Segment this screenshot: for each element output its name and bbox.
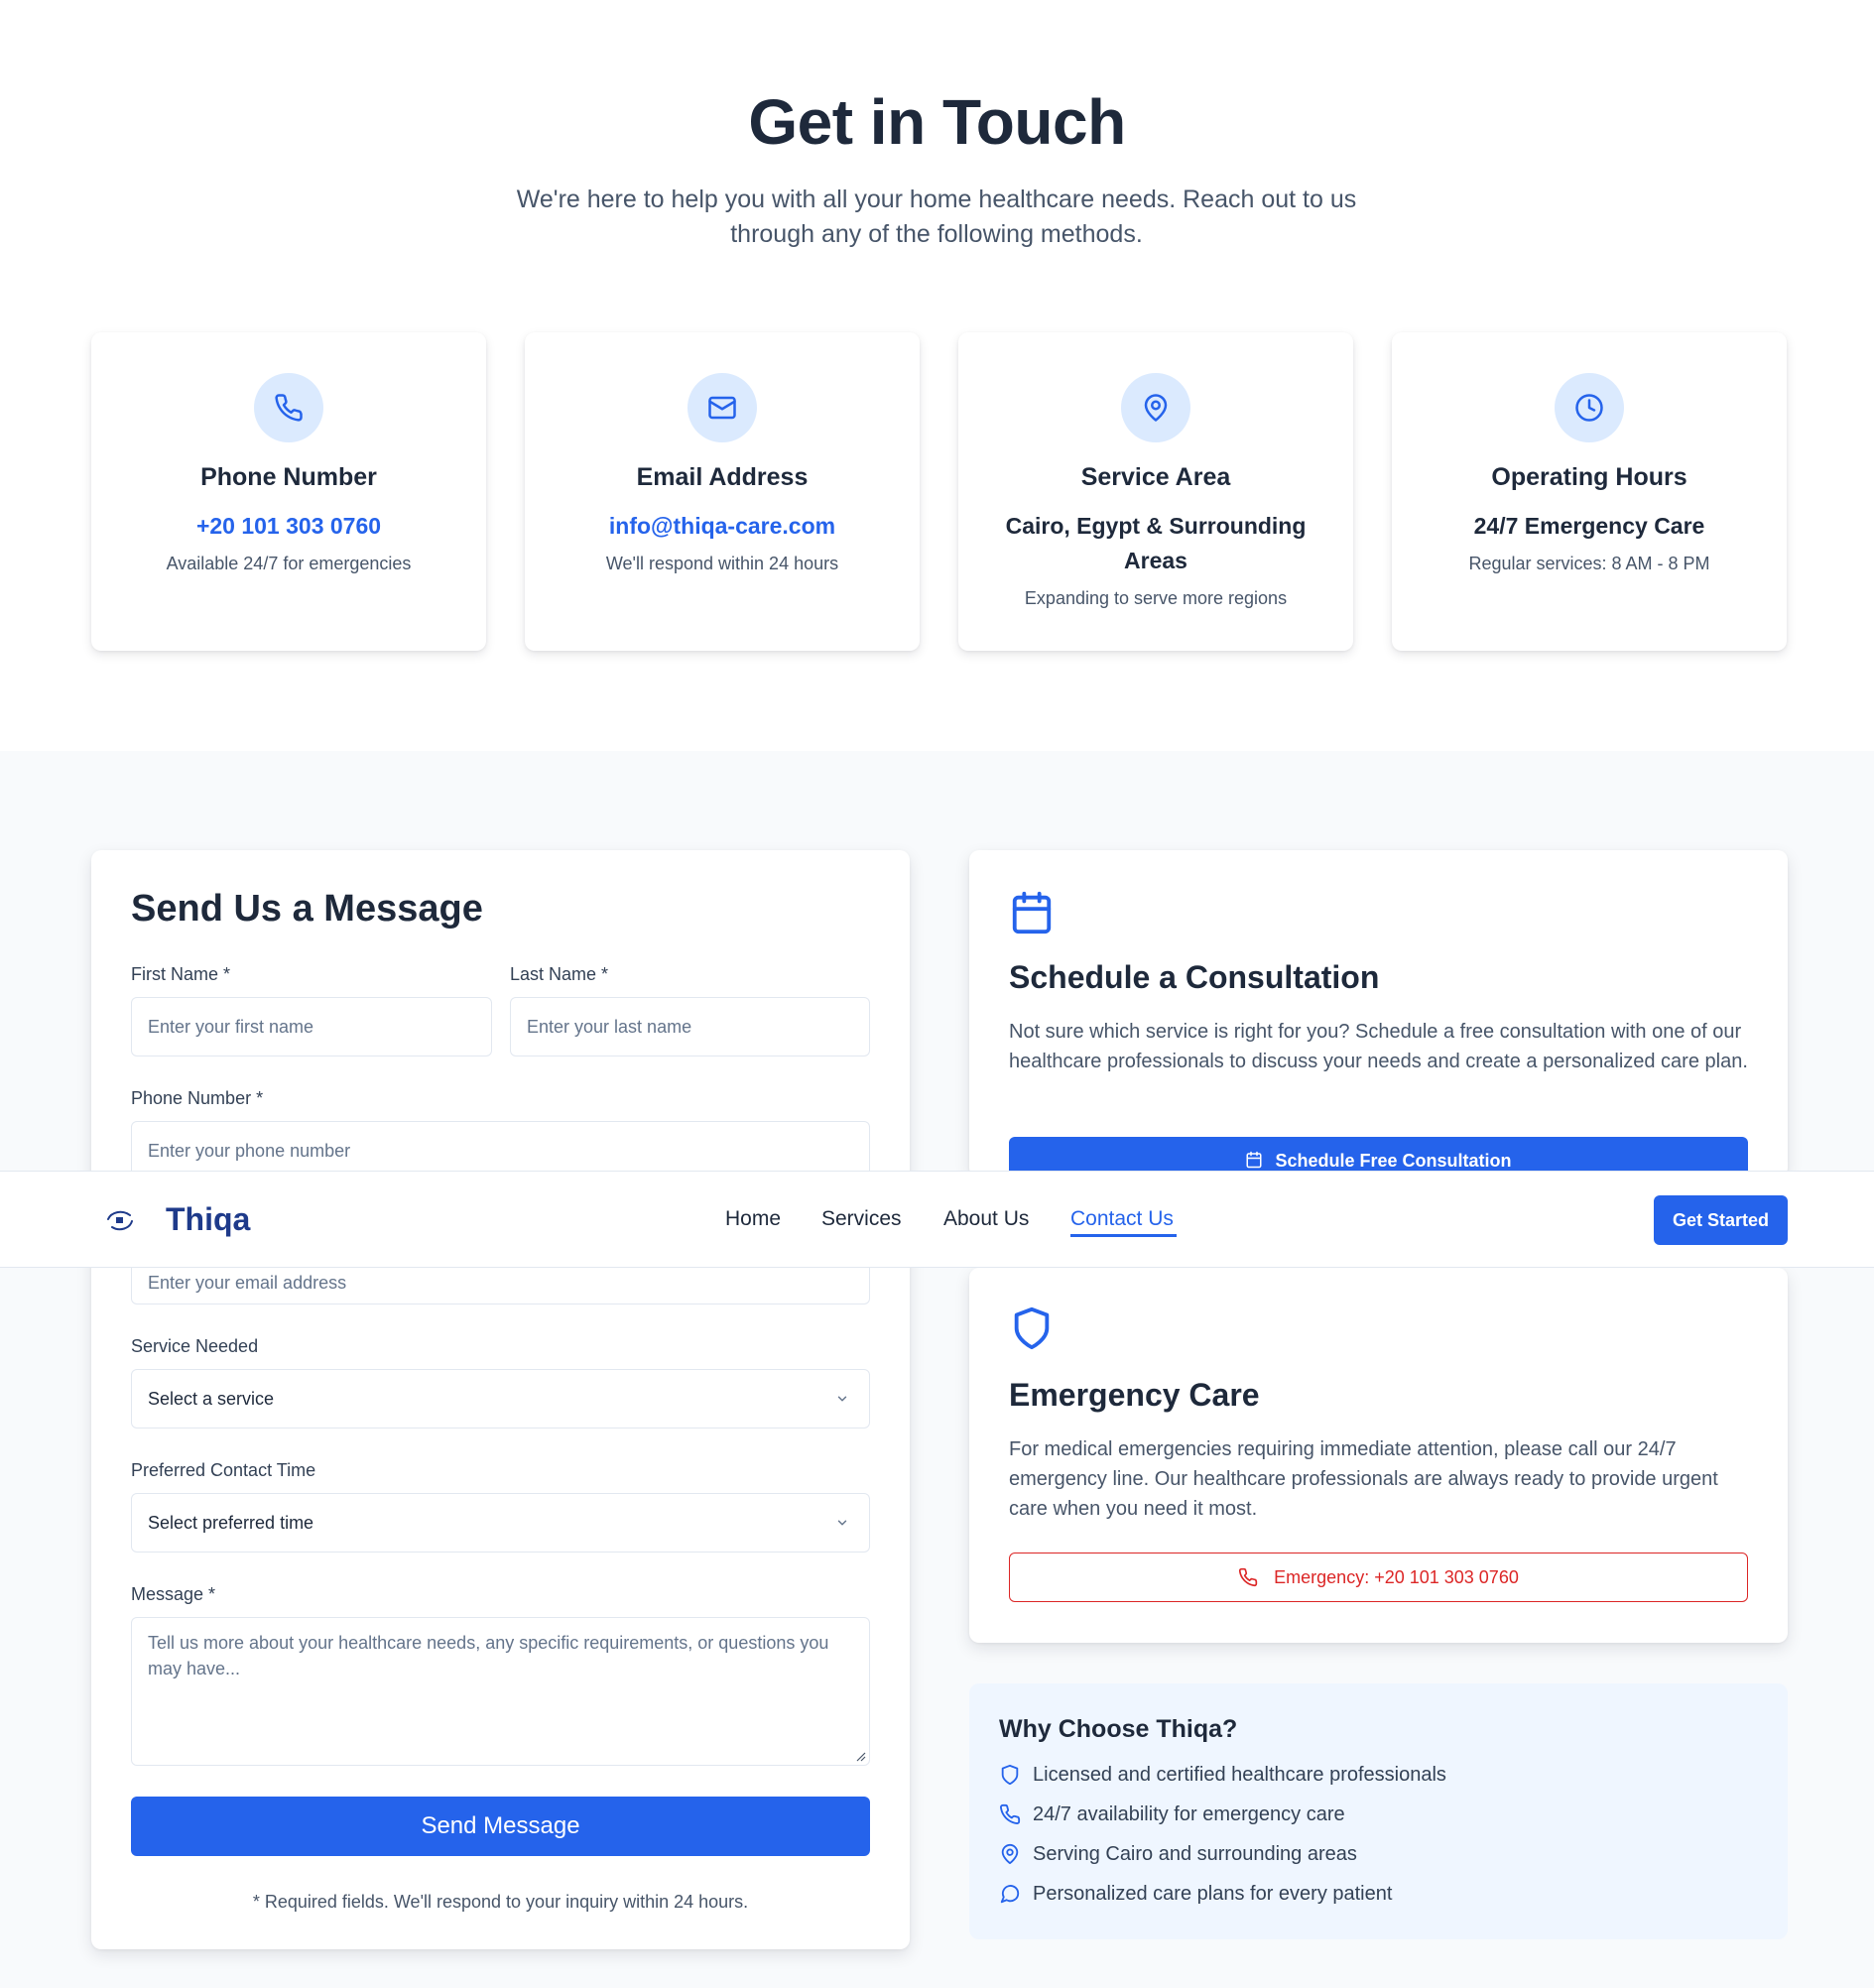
list-item: Personalized care plans for every patien… (999, 1879, 1392, 1909)
card-note: Regular services: 8 AM - 8 PM (1468, 554, 1710, 573)
service-label: Service Needed (131, 1336, 259, 1356)
form-note: * Required fields. We'll respond to your… (252, 1892, 749, 1912)
emergency-card: Emergency Care For medical emergencies r… (969, 1268, 1788, 1643)
service-select[interactable]: Select a service (131, 1369, 870, 1429)
nav-link-about-us[interactable]: About Us (943, 1207, 1029, 1231)
card-note: Available 24/7 for emergencies (166, 554, 412, 573)
first-name-label: First Name * (131, 964, 231, 984)
list-item-text: Licensed and certified healthcare profes… (1033, 1763, 1446, 1786)
mail-icon (687, 373, 757, 442)
contact-card-email: Email Address info@thiqa-care.com We'll … (525, 332, 920, 651)
emergency-call-button[interactable]: Emergency: +20 101 303 0760 (1009, 1553, 1748, 1602)
contact-hero: Get in Touch We're here to help you with… (0, 0, 1874, 751)
page-subtitle: We're here to help you with all your hom… (516, 186, 1357, 248)
nav-link-services[interactable]: Services (821, 1207, 902, 1231)
contact-card-service-area: Service Area Cairo, Egypt & Surrounding … (958, 332, 1353, 651)
message-textarea[interactable]: Tell us more about your healthcare needs… (131, 1617, 870, 1766)
phone-label: Phone Number * (131, 1088, 264, 1108)
page-title: Get in Touch (748, 86, 1126, 158)
card-value: 24/7 Emergency Care (1473, 513, 1705, 539)
form-title: Send Us a Message (131, 888, 483, 930)
card-title: Phone Number (200, 463, 377, 491)
consultation-title: Schedule a Consultation (1009, 959, 1380, 995)
list-item-text: Personalized care plans for every patien… (1033, 1882, 1393, 1905)
consultation-card: Schedule a Consultation Not sure which s… (969, 850, 1788, 1196)
clock-icon (1555, 373, 1624, 442)
message-placeholder: Tell us more about your healthcare needs… (148, 1633, 829, 1678)
email-placeholder: Enter your email address (148, 1272, 347, 1293)
card-value: Cairo, Egypt & Surrounding Areas (1005, 513, 1307, 573)
top-navbar: Thiqa Home Services About Us Contact Us … (0, 1171, 1874, 1268)
logo-icon[interactable] (104, 1205, 136, 1235)
phone-icon (1239, 1567, 1258, 1587)
card-title: Email Address (636, 463, 809, 491)
card-note: Expanding to serve more regions (1024, 588, 1288, 608)
nav-link-contact-us[interactable]: Contact Us (1070, 1207, 1174, 1231)
contact-time-label: Preferred Contact Time (131, 1460, 316, 1480)
list-item: Licensed and certified healthcare profes… (999, 1760, 1446, 1790)
phone-icon (1000, 1803, 1021, 1824)
shield-icon (1014, 1306, 1050, 1350)
chevron-down-icon (837, 1520, 847, 1526)
map-pin-icon (1121, 373, 1190, 442)
why-choose-box: Why Choose Thiqa? Licensed and certified… (969, 1683, 1788, 1939)
map-pin-icon (1001, 1843, 1019, 1865)
nav-link-home[interactable]: Home (725, 1207, 781, 1231)
calendar-icon (1246, 1151, 1262, 1169)
first-name-field[interactable]: Enter your first name (131, 997, 492, 1056)
message-label: Message * (131, 1584, 216, 1604)
list-item: 24/7 availability for emergency care (999, 1800, 1345, 1829)
active-nav-indicator (1070, 1234, 1177, 1237)
contact-card-hours: Operating Hours 24/7 Emergency Care Regu… (1392, 332, 1787, 651)
service-select-value: Select a service (148, 1388, 275, 1409)
chevron-down-icon (837, 1396, 847, 1402)
phone-icon (254, 373, 323, 442)
last-name-field[interactable]: Enter your last name (510, 997, 870, 1056)
contact-card-phone: Phone Number +20 101 303 0760 Available … (91, 332, 486, 651)
shield-icon (1001, 1764, 1019, 1786)
card-note: We'll respond within 24 hours (605, 554, 839, 573)
contact-form: Send Us a Message First Name * Enter you… (91, 850, 910, 1949)
list-item-text: 24/7 availability for emergency care (1033, 1802, 1345, 1825)
emergency-call-label: Emergency: +20 101 303 0760 (1274, 1566, 1519, 1587)
schedule-consultation-label: Schedule Free Consultation (1275, 1151, 1512, 1171)
contact-time-select-value: Select preferred time (148, 1512, 314, 1533)
emergency-text: For medical emergencies requiring immedi… (1009, 1438, 1718, 1520)
contact-time-select[interactable]: Select preferred time (131, 1493, 870, 1553)
last-name-label: Last Name * (510, 964, 609, 984)
message-icon (1000, 1885, 1020, 1904)
calendar-icon (1012, 891, 1052, 934)
emergency-title: Emergency Care (1009, 1377, 1260, 1413)
card-title: Service Area (1080, 463, 1231, 491)
why-title: Why Choose Thiqa? (999, 1715, 1238, 1743)
list-item-text: Serving Cairo and surrounding areas (1033, 1842, 1357, 1865)
send-message-button[interactable]: Send Message (131, 1797, 870, 1856)
resize-handle-icon[interactable] (856, 1752, 866, 1762)
list-item: Serving Cairo and surrounding areas (999, 1839, 1357, 1869)
brand-logo[interactable]: Thiqa (166, 1201, 250, 1238)
email-link[interactable]: info@thiqa-care.com (545, 509, 900, 544)
phone-link[interactable]: +20 101 303 0760 (111, 509, 466, 544)
card-title: Operating Hours (1491, 463, 1687, 491)
consultation-text: Not sure which service is right for you?… (1009, 1021, 1748, 1072)
get-started-button[interactable]: Get Started (1654, 1195, 1788, 1245)
